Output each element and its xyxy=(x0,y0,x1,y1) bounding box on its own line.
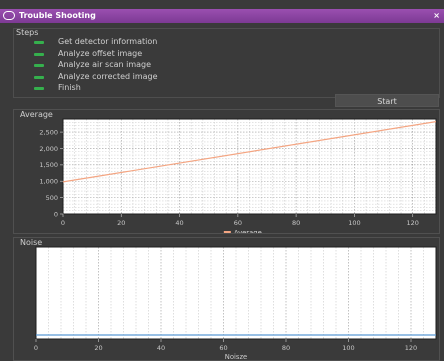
y-tick-label: 500 xyxy=(46,194,58,202)
x-tick-label: 100 xyxy=(348,219,360,227)
x-tick-label: 20 xyxy=(94,344,102,352)
average-panel: Average 0 20 40 60 80 100 120 0 500 1,000 1,500 2,0… xyxy=(13,109,440,234)
step-label: Finish xyxy=(58,83,81,92)
window-title: Trouble Shooting xyxy=(19,11,96,20)
legend-swatch xyxy=(223,231,231,233)
app-icon xyxy=(3,11,15,20)
noise-panel: Noise 0 20 40 60 80 100 120 Noisze xyxy=(13,237,440,361)
x-axis-label: Noisze xyxy=(225,353,247,360)
step-item: Analyze air scan image xyxy=(34,59,152,71)
step-item: Get detector information xyxy=(34,36,158,48)
average-chart: 0 20 40 60 80 100 120 0 500 1,000 1,500 2,000 2,500 A… xyxy=(39,118,437,233)
x-tick-label: 100 xyxy=(342,344,354,352)
x-tick-label: 0 xyxy=(61,219,65,227)
y-tick-label: 1,000 xyxy=(39,178,58,186)
x-tick-label: 20 xyxy=(117,219,125,227)
start-button[interactable]: Start xyxy=(335,94,439,107)
x-tick-label: 80 xyxy=(282,344,290,352)
step-label: Get detector information xyxy=(58,37,158,46)
x-tick-label: 60 xyxy=(219,344,227,352)
step-item: Analyze offset image xyxy=(34,48,143,60)
y-tick-label: 0 xyxy=(54,210,58,218)
plot-area xyxy=(63,119,436,214)
x-tick-label: 40 xyxy=(175,219,183,227)
check-icon xyxy=(34,64,44,67)
step-item: Analyze corrected image xyxy=(34,71,158,83)
noise-chart: 0 20 40 60 80 100 120 Noisze xyxy=(34,246,437,360)
step-label: Analyze offset image xyxy=(58,48,143,58)
check-icon xyxy=(34,52,44,56)
x-tick-label: 0 xyxy=(34,344,38,352)
check-icon xyxy=(34,41,44,44)
check-icon xyxy=(34,87,44,90)
check-icon xyxy=(34,75,44,79)
x-tick-label: 60 xyxy=(234,219,242,227)
step-label: Analyze corrected image xyxy=(58,71,158,81)
step-label: Analyze air scan image xyxy=(58,60,152,69)
y-tick-label: 2,000 xyxy=(39,145,58,153)
x-tick-label: 80 xyxy=(292,219,300,227)
step-item: Finish xyxy=(34,82,81,94)
title-bar: Trouble Shooting × xyxy=(0,9,444,23)
y-tick-label: 2,500 xyxy=(39,128,58,136)
legend-label: Average xyxy=(234,229,262,233)
close-button[interactable]: × xyxy=(433,9,440,23)
x-tick-label: 40 xyxy=(157,344,165,352)
y-tick-label: 1,500 xyxy=(39,161,58,169)
x-tick-label: 120 xyxy=(406,219,418,227)
x-tick-label: 120 xyxy=(405,344,417,352)
